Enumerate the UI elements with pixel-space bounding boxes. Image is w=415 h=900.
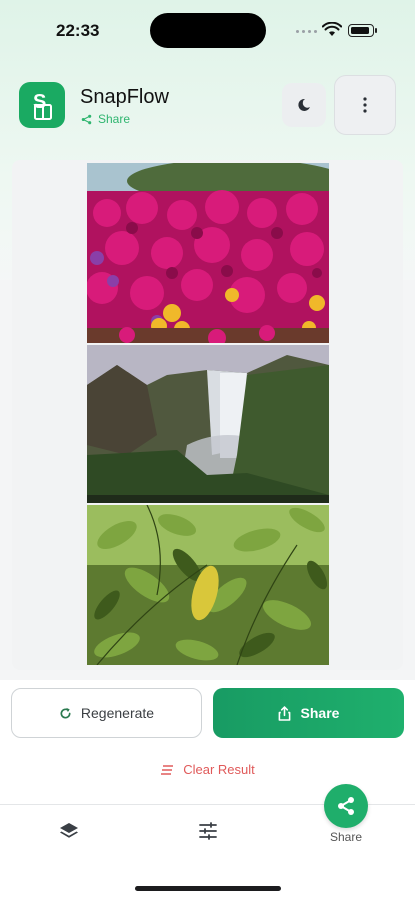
sliders-icon xyxy=(199,822,217,840)
more-options-button[interactable] xyxy=(334,75,396,135)
regenerate-label: Regenerate xyxy=(80,705,155,721)
clear-result-button[interactable]: Clear Result xyxy=(0,762,415,777)
share-icon xyxy=(338,797,354,815)
nav-item-adjust[interactable] xyxy=(196,819,220,843)
app-subtitle-text: Share xyxy=(98,112,131,126)
battery-icon xyxy=(348,24,377,37)
home-indicator xyxy=(135,886,281,891)
nav-item-layers[interactable] xyxy=(57,819,81,843)
theme-toggle-icon xyxy=(298,98,310,111)
share-button[interactable]: Share xyxy=(213,688,404,738)
result-image-waterfall xyxy=(87,345,329,503)
layers-icon xyxy=(60,823,78,838)
result-image-leaves xyxy=(87,505,329,665)
dynamic-island xyxy=(150,13,266,48)
nav-item-share[interactable] xyxy=(324,784,368,828)
result-collage[interactable] xyxy=(87,163,329,665)
app-subtitle: Share xyxy=(81,112,130,126)
refresh-icon xyxy=(60,707,71,719)
regenerate-button[interactable]: Regenerate xyxy=(11,688,202,738)
share-label: Share xyxy=(300,705,340,721)
status-bar: 22:33 xyxy=(0,0,415,60)
app-title: SnapFlow xyxy=(80,86,169,108)
snapflow-logo-icon: S xyxy=(19,82,65,128)
more-vertical-icon xyxy=(363,97,367,113)
theme-toggle-button[interactable] xyxy=(282,83,326,127)
nav-share-label: Share xyxy=(329,830,363,844)
share-small-icon xyxy=(81,114,92,124)
result-image-flowers xyxy=(87,163,329,343)
wifi-icon xyxy=(322,22,342,36)
signal-icon xyxy=(296,30,317,33)
status-time: 22:33 xyxy=(56,21,100,40)
share-upload-icon xyxy=(278,705,290,721)
clear-icon xyxy=(161,764,174,775)
clear-result-label: Clear Result xyxy=(183,762,255,777)
